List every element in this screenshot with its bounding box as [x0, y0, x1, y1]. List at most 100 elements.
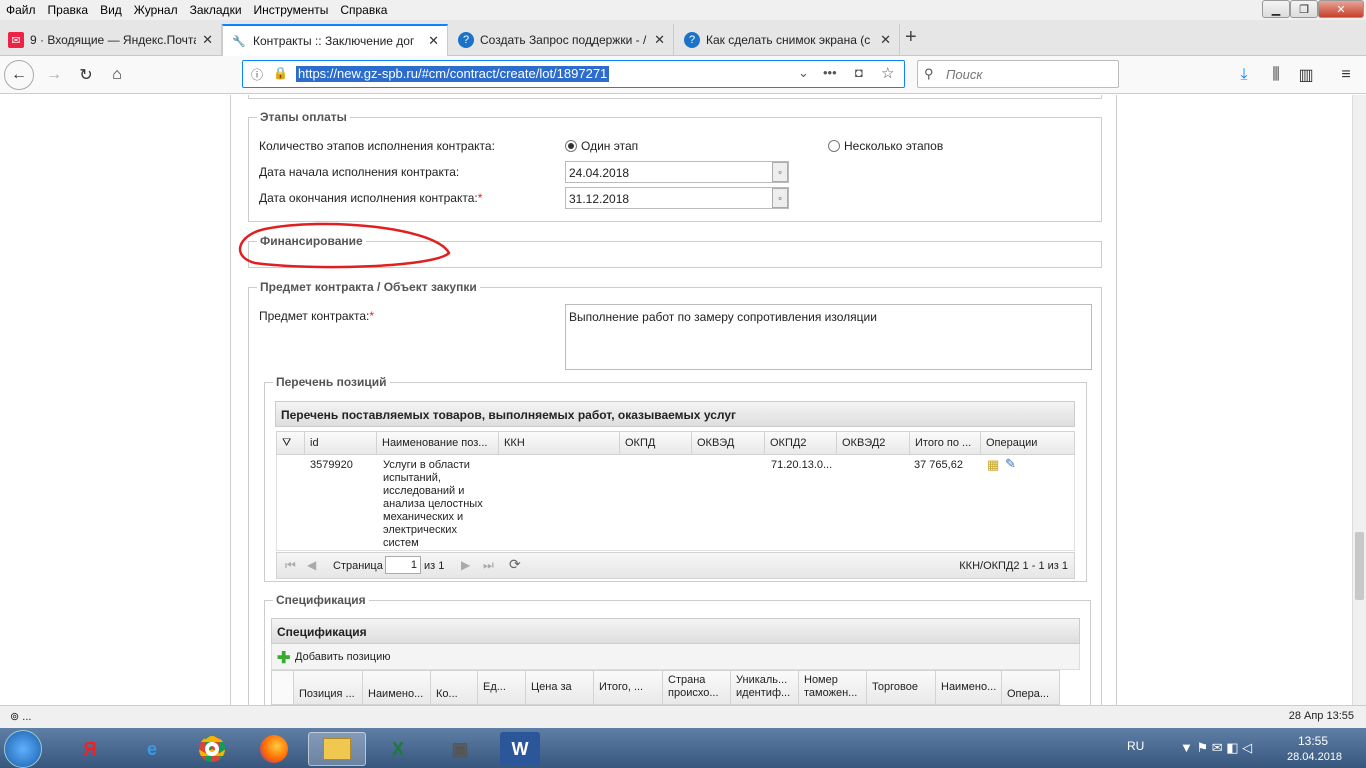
excel-icon[interactable]: X — [376, 732, 420, 766]
spec-col-total[interactable]: Итого, ... — [594, 670, 663, 705]
col-operations[interactable]: Операции — [981, 431, 1075, 455]
col-okpd[interactable]: ОКПД — [620, 431, 692, 455]
calendar-icon[interactable]: ▫ — [772, 162, 788, 182]
network-app-icon[interactable]: ▣ — [438, 732, 482, 766]
form-page: Этапы оплаты Количество этапов исполнени… — [230, 95, 1117, 705]
positions-grid-title: Перечень поставляемых товаров, выполняем… — [275, 401, 1075, 427]
spec-col-country[interactable]: Страна происхо... — [663, 670, 731, 705]
radio-many-stages[interactable] — [828, 140, 840, 152]
subject-textarea[interactable]: Выполнение работ по замеру сопротивления… — [565, 304, 1092, 370]
add-position-button[interactable]: Добавить позицию — [295, 651, 391, 663]
pager: ⏮ ◀ Страница 1 из 1 ▶ ⏭ ⟳ ККН/ОКПД2 1 - … — [276, 552, 1075, 579]
home-icon[interactable]: ⌂ — [103, 62, 131, 88]
bookmark-star-icon[interactable]: ☆ — [881, 64, 894, 82]
more-icon[interactable]: ••• — [823, 65, 837, 80]
col-okved[interactable]: ОКВЭД — [692, 431, 765, 455]
tray-icons[interactable]: ▼ ⚑ ✉ ◧ ◁ — [1180, 740, 1252, 756]
library-icon[interactable]: ⫼ — [1262, 62, 1290, 88]
menu-bookmarks[interactable]: Закладки — [184, 3, 248, 17]
start-button[interactable] — [4, 730, 42, 768]
col-okpd2[interactable]: ОКПД2 — [765, 431, 837, 455]
radio-one-stage[interactable] — [565, 140, 577, 152]
spec-col-trade[interactable]: Торговое — [867, 670, 936, 705]
table-row[interactable]: 3579920 Услуги в области испытаний, иссл… — [276, 455, 1075, 551]
close-tab-icon[interactable]: ✕ — [428, 33, 439, 49]
end-date-label: Дата окончания исполнения контракта:* — [259, 191, 483, 205]
spec-col-name[interactable]: Наимено... — [363, 670, 431, 705]
url-text[interactable]: https://new.gz-spb.ru/#cm/contract/creat… — [296, 66, 610, 82]
explorer-icon[interactable] — [308, 732, 366, 766]
page-content: Этапы оплаты Количество этапов исполнени… — [0, 95, 1352, 705]
next-page-icon[interactable]: ▶ — [461, 558, 470, 572]
pocket-icon[interactable]: ◘ — [855, 65, 863, 80]
spec-col-position[interactable]: Позиция ... — [294, 670, 363, 705]
add-icon[interactable]: ✚ — [277, 648, 290, 668]
mail-icon: ✉ — [8, 32, 24, 48]
first-page-icon[interactable]: ⏮ — [285, 558, 296, 573]
yandex-browser-icon[interactable]: Я — [68, 732, 112, 766]
help-icon: ? — [458, 32, 474, 48]
spec-grid-title: Спецификация — [271, 618, 1080, 644]
forward-button[interactable]: → — [40, 62, 68, 88]
maximize-button[interactable]: ❐ — [1290, 0, 1318, 18]
info-icon[interactable]: ⓘ — [251, 66, 263, 83]
col-name[interactable]: Наименование поз... — [377, 431, 499, 455]
annotation-circle — [238, 222, 451, 269]
menu-history[interactable]: Журнал — [128, 3, 184, 17]
spec-col-name2[interactable]: Наимено... — [936, 670, 1002, 705]
tab-contracts[interactable]: 🔧 Контракты :: Заключение дог ✕ — [222, 24, 448, 56]
edit-pencil-icon[interactable]: ✎ — [1005, 456, 1016, 472]
last-page-icon[interactable]: ⏭ — [483, 558, 494, 573]
status-bar: ⊚ ... 28 Апр 13:55 — [0, 705, 1366, 728]
col-id[interactable]: id — [305, 431, 377, 455]
calendar-icon[interactable]: ▫ — [772, 188, 788, 208]
start-date-input[interactable]: 24.04.2018 — [565, 161, 789, 183]
menu-help[interactable]: Справка — [334, 3, 393, 17]
spec-col-qty[interactable]: Ко... — [431, 670, 478, 705]
vertical-scrollbar[interactable] — [1352, 95, 1366, 705]
wrench-icon: 🔧 — [232, 35, 246, 48]
view-icon[interactable]: ▦ — [987, 457, 999, 473]
prev-page-icon[interactable]: ◀ — [307, 558, 316, 572]
back-button[interactable]: ← — [4, 60, 34, 90]
spec-col-operations[interactable]: Опера... — [1002, 670, 1060, 705]
menu-tools[interactable]: Инструменты — [248, 3, 335, 17]
close-tab-icon[interactable]: ✕ — [880, 32, 891, 48]
close-window-button[interactable]: ✕ — [1318, 0, 1364, 18]
col-total[interactable]: Итого по ... — [910, 431, 981, 455]
spec-col-unit[interactable]: Ед... — [478, 670, 526, 705]
filter-icon[interactable]: ⛛ — [276, 431, 305, 455]
tab-mail[interactable]: ✉ 9 · Входящие — Яндекс.Почта ✕ — [0, 24, 222, 56]
new-tab-button[interactable]: + — [905, 26, 917, 49]
refresh-icon[interactable]: ⟳ — [509, 556, 521, 573]
menu-file[interactable]: Файл — [0, 3, 42, 17]
close-tab-icon[interactable]: ✕ — [654, 32, 665, 48]
hamburger-menu-icon[interactable]: ≡ — [1332, 62, 1360, 88]
chrome-icon[interactable] — [190, 732, 234, 766]
firefox-icon[interactable] — [252, 732, 296, 766]
menu-view[interactable]: Вид — [94, 3, 128, 17]
download-icon[interactable]: ⤓ — [1230, 62, 1258, 88]
minimize-button[interactable]: ▁ — [1262, 0, 1290, 18]
spec-toolbar: ✚ Добавить позицию — [271, 644, 1080, 670]
sidebar-icon[interactable]: ▥ — [1292, 62, 1320, 88]
end-date-input[interactable]: 31.12.2018 — [565, 187, 789, 209]
search-input[interactable]: ⚲ Поиск — [917, 60, 1119, 88]
reload-button[interactable]: ↻ — [72, 62, 100, 88]
spec-col-price[interactable]: Цена за — [526, 670, 594, 705]
spec-col-customs[interactable]: Номер таможен... — [799, 670, 867, 705]
close-tab-icon[interactable]: ✕ — [202, 32, 213, 48]
col-kkn[interactable]: ККН — [499, 431, 620, 455]
menu-edit[interactable]: Правка — [42, 3, 95, 17]
ie-icon[interactable]: e — [130, 732, 174, 766]
spec-col-uid[interactable]: Уникаль... идентиф... — [731, 670, 799, 705]
page-input[interactable]: 1 — [385, 556, 421, 574]
tab-screenshot[interactable]: ? Как сделать снимок экрана (с ✕ — [676, 24, 900, 56]
word-icon[interactable]: W — [500, 732, 540, 766]
tab-support[interactable]: ? Создать Запрос поддержки - / ✕ — [450, 24, 674, 56]
col-okved2[interactable]: ОКВЭД2 — [837, 431, 910, 455]
scrollbar-thumb[interactable] — [1355, 532, 1364, 600]
help-icon: ? — [684, 32, 700, 48]
chevron-down-icon[interactable]: ⌄ — [798, 65, 809, 81]
lock-icon: 🔒 — [273, 66, 288, 80]
